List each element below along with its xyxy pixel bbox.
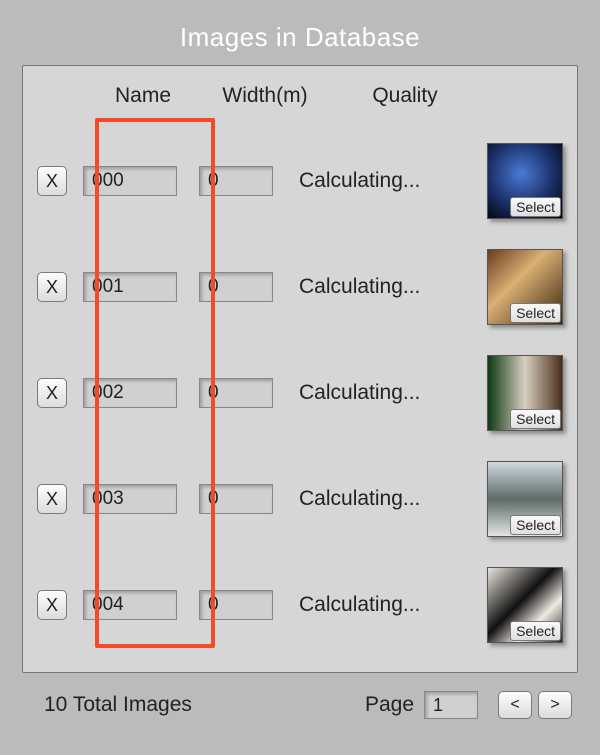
width-input[interactable]	[199, 484, 273, 514]
page-title: Images in Database	[0, 0, 600, 65]
select-button[interactable]: Select	[510, 409, 561, 429]
select-button[interactable]: Select	[510, 197, 561, 217]
name-input[interactable]	[83, 378, 177, 408]
thumbnail: Select	[487, 249, 563, 325]
select-button[interactable]: Select	[510, 621, 561, 641]
header-name: Name	[83, 84, 203, 108]
name-input[interactable]	[83, 272, 177, 302]
next-page-button[interactable]: >	[538, 691, 572, 719]
width-input[interactable]	[199, 272, 273, 302]
thumbnail: Select	[487, 355, 563, 431]
delete-button[interactable]: X	[37, 378, 67, 408]
total-images-label: 10 Total Images	[44, 693, 192, 717]
width-input[interactable]	[199, 378, 273, 408]
header-quality: Quality	[327, 84, 483, 108]
page-label: Page	[365, 693, 414, 717]
width-input[interactable]	[199, 590, 273, 620]
name-input[interactable]	[83, 484, 177, 514]
images-panel: Name Width(m) Quality X Calculating... S…	[22, 65, 578, 673]
quality-status: Calculating...	[299, 593, 487, 617]
quality-status: Calculating...	[299, 169, 487, 193]
quality-status: Calculating...	[299, 381, 487, 405]
delete-button[interactable]: X	[37, 166, 67, 196]
name-input[interactable]	[83, 166, 177, 196]
select-button[interactable]: Select	[510, 303, 561, 323]
thumbnail: Select	[487, 567, 563, 643]
thumbnail: Select	[487, 461, 563, 537]
table-row: X Calculating... Select	[33, 128, 567, 234]
delete-button[interactable]: X	[37, 272, 67, 302]
rows-container: X Calculating... Select X Calculating...…	[33, 128, 567, 658]
select-button[interactable]: Select	[510, 515, 561, 535]
table-row: X Calculating... Select	[33, 234, 567, 340]
width-input[interactable]	[199, 166, 273, 196]
footer: 10 Total Images Page < >	[0, 673, 600, 719]
prev-page-button[interactable]: <	[498, 691, 532, 719]
thumbnail: Select	[487, 143, 563, 219]
table-row: X Calculating... Select	[33, 552, 567, 658]
delete-button[interactable]: X	[37, 484, 67, 514]
header-width: Width(m)	[203, 84, 327, 108]
table-header: Name Width(m) Quality	[33, 84, 567, 108]
page-input[interactable]	[424, 691, 478, 719]
name-input[interactable]	[83, 590, 177, 620]
quality-status: Calculating...	[299, 487, 487, 511]
quality-status: Calculating...	[299, 275, 487, 299]
table-row: X Calculating... Select	[33, 340, 567, 446]
delete-button[interactable]: X	[37, 590, 67, 620]
table-row: X Calculating... Select	[33, 446, 567, 552]
